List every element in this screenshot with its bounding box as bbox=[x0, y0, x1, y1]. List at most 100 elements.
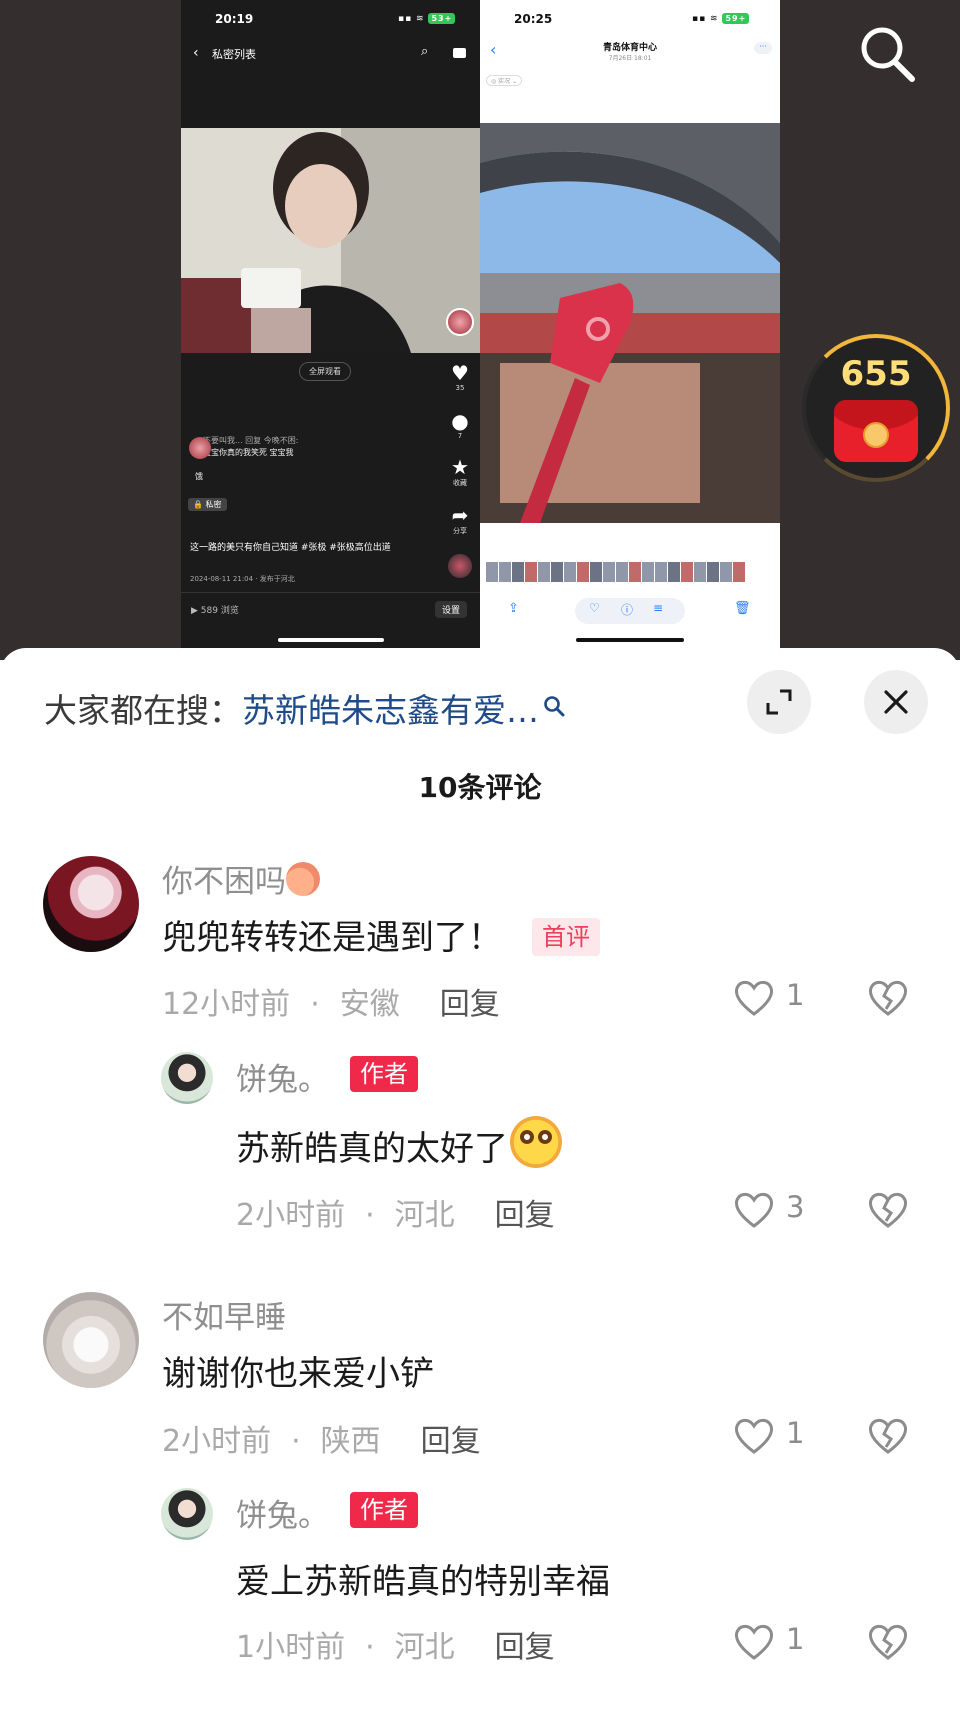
heart-icon bbox=[735, 1418, 773, 1454]
avatar[interactable] bbox=[43, 856, 139, 952]
like-button[interactable]: 1 bbox=[732, 976, 822, 1020]
share-stat: ➦ 分享 bbox=[445, 504, 475, 536]
close-icon bbox=[884, 690, 908, 714]
photo-location-title: 青岛体育中心 bbox=[602, 43, 657, 53]
favorite-stat: ★ 收藏 bbox=[445, 456, 475, 488]
video-date: 2024-08-11 21:04 · 发布于河北 bbox=[190, 575, 295, 583]
comment-bubble-icon: ● bbox=[451, 409, 469, 433]
comment-time: 2小时前 bbox=[162, 1424, 272, 1459]
comment-region: 安徽 bbox=[339, 987, 400, 1022]
trending-search[interactable]: 大家都在搜：苏新皓朱志鑫有爱… bbox=[44, 684, 565, 732]
share-icon: ⇪ bbox=[508, 601, 519, 616]
more-icon: ··· bbox=[754, 42, 772, 54]
dislike-button[interactable] bbox=[866, 1188, 910, 1232]
like-button[interactable]: 3 bbox=[732, 1188, 822, 1232]
avatar[interactable] bbox=[161, 1052, 213, 1104]
private-list-title: 私密列表 bbox=[212, 48, 256, 61]
status-time: 20:25 bbox=[514, 12, 553, 26]
video-caption: 这一路的美只有你自己知道 #张极 #张极高位出道 bbox=[190, 543, 391, 553]
stadium-photo bbox=[480, 123, 780, 523]
private-list-header: ‹ 私密列表 ⌕ bbox=[181, 42, 480, 66]
private-badge: 🔒 私密 bbox=[188, 498, 227, 511]
comment-username[interactable]: 你不困吗 bbox=[162, 856, 320, 901]
star-icon: ★ bbox=[451, 455, 469, 479]
view-count-text: 589 浏览 bbox=[200, 606, 239, 616]
reply-button[interactable]: 回复 bbox=[421, 1424, 481, 1459]
search-icon[interactable] bbox=[543, 686, 565, 717]
reply-region: 河北 bbox=[394, 1630, 455, 1665]
comment-region: 陕西 bbox=[320, 1424, 381, 1459]
username-text: 你不困吗 bbox=[162, 864, 286, 900]
like-stat: ♥ 35 bbox=[445, 362, 475, 392]
home-indicator bbox=[278, 638, 384, 642]
photo-toolbar: ⇪ ♡ ⓘ ≡ 🗑 bbox=[480, 598, 780, 624]
broken-heart-icon bbox=[869, 980, 907, 1016]
comment-meta: 12小时前 · 安徽 回复 bbox=[162, 987, 500, 1022]
reply-button[interactable]: 回复 bbox=[440, 987, 500, 1022]
avatar[interactable] bbox=[43, 1292, 139, 1388]
status-time: 20:19 bbox=[215, 12, 254, 26]
creator-avatar bbox=[445, 308, 475, 336]
reply-meta: 1小时前 · 河北 回复 bbox=[236, 1630, 555, 1665]
broken-heart-icon bbox=[869, 1418, 907, 1454]
battery-badge: 53+ bbox=[428, 13, 456, 24]
adjust-icon: ≡ bbox=[653, 601, 664, 615]
dislike-button[interactable] bbox=[866, 1620, 910, 1664]
reply-body: 苏新皓真的太好了 bbox=[236, 1129, 508, 1169]
comment-meta: 2小时前 · 陕西 回复 bbox=[162, 1424, 481, 1459]
like-count: 3 bbox=[786, 1190, 805, 1224]
like-button[interactable]: 1 bbox=[732, 1620, 822, 1664]
video-area[interactable]: 20:19 ▪▪ ≋ 53+ ‹ 私密列表 ⌕ ♥ 35 ● 7 ★ 收藏 ➦ … bbox=[0, 0, 960, 660]
reply-username[interactable]: 饼兔。 bbox=[236, 1490, 329, 1535]
first-comment-badge: 首评 bbox=[532, 918, 600, 956]
status-icons: ▪▪ ≋ 53+ bbox=[398, 13, 456, 24]
author-badge: 作者 bbox=[350, 1056, 418, 1092]
back-icon: ‹ bbox=[193, 45, 199, 61]
reply-button[interactable]: 回复 bbox=[495, 1630, 555, 1665]
trending-label: 大家都在搜： bbox=[44, 691, 242, 730]
expand-icon bbox=[766, 689, 792, 715]
video-footer: ▶ 589 浏览 设置 bbox=[181, 592, 480, 626]
comment-stat: ● 7 bbox=[445, 410, 475, 440]
reply-username[interactable]: 饼兔。 bbox=[236, 1054, 329, 1099]
comment-text: 兜兜转转还是遇到了！ 首评 bbox=[162, 910, 600, 959]
embedded-screenshot-right: 20:25 ▪▪ ≋ 59+ ‹ 青岛体育中心 7月26日 18:01 ··· … bbox=[480, 0, 780, 648]
trending-query-link[interactable]: 苏新皓朱志鑫有爱… bbox=[242, 691, 539, 730]
video-frame-image bbox=[181, 128, 480, 353]
search-icon[interactable] bbox=[856, 22, 920, 86]
dislike-button[interactable] bbox=[866, 1414, 910, 1458]
reply-text: 苏新皓真的太好了 bbox=[236, 1116, 562, 1170]
trash-icon: 🗑 bbox=[734, 601, 751, 616]
view-count: ▶ 589 浏览 bbox=[191, 606, 239, 616]
like-count: 35 bbox=[455, 384, 465, 392]
heart-icon bbox=[735, 1624, 773, 1660]
reply-button[interactable]: 回复 bbox=[495, 1198, 555, 1233]
like-button[interactable]: 1 bbox=[732, 1414, 822, 1458]
red-envelope-icon bbox=[834, 400, 918, 462]
expand-button[interactable] bbox=[747, 670, 811, 734]
search-icon: ⌕ bbox=[421, 44, 429, 59]
avatar[interactable] bbox=[161, 1488, 213, 1540]
reward-widget[interactable]: 655 bbox=[802, 334, 950, 482]
comment-count: 7 bbox=[457, 432, 463, 440]
overlay-comment-tail: 饿 bbox=[195, 472, 203, 481]
dislike-button[interactable] bbox=[866, 976, 910, 1020]
fullscreen-pill: 全屏观看 bbox=[299, 362, 351, 381]
share-label: 分享 bbox=[453, 527, 467, 535]
coin-icon bbox=[863, 422, 889, 448]
reply-region: 河北 bbox=[394, 1198, 455, 1233]
reply-time: 2小时前 bbox=[236, 1198, 346, 1233]
reward-count: 655 bbox=[840, 354, 912, 394]
comment-body: 兜兜转转还是遇到了！ bbox=[162, 918, 502, 958]
broken-heart-icon bbox=[869, 1624, 907, 1660]
overlay-comment-text: 宝宝你真的我笑死 宝宝我 bbox=[203, 448, 294, 457]
overlay-comment-user: 不要叫我... 回复 今晚不困: bbox=[203, 436, 299, 445]
overlay-comment: 不要叫我... 回复 今晚不困: 宝宝你真的我笑死 宝宝我 饿 bbox=[189, 435, 433, 483]
starry-eyes-emoji-icon bbox=[510, 1116, 562, 1168]
reply-meta: 2小时前 · 河北 回复 bbox=[236, 1198, 555, 1233]
close-button[interactable] bbox=[864, 670, 928, 734]
comment-username[interactable]: 不如早睡 bbox=[162, 1292, 286, 1337]
photo-action-pill: ♡ ⓘ ≡ bbox=[575, 598, 685, 624]
battery-badge: 59+ bbox=[722, 13, 750, 24]
thumbnail-strip bbox=[486, 562, 745, 582]
